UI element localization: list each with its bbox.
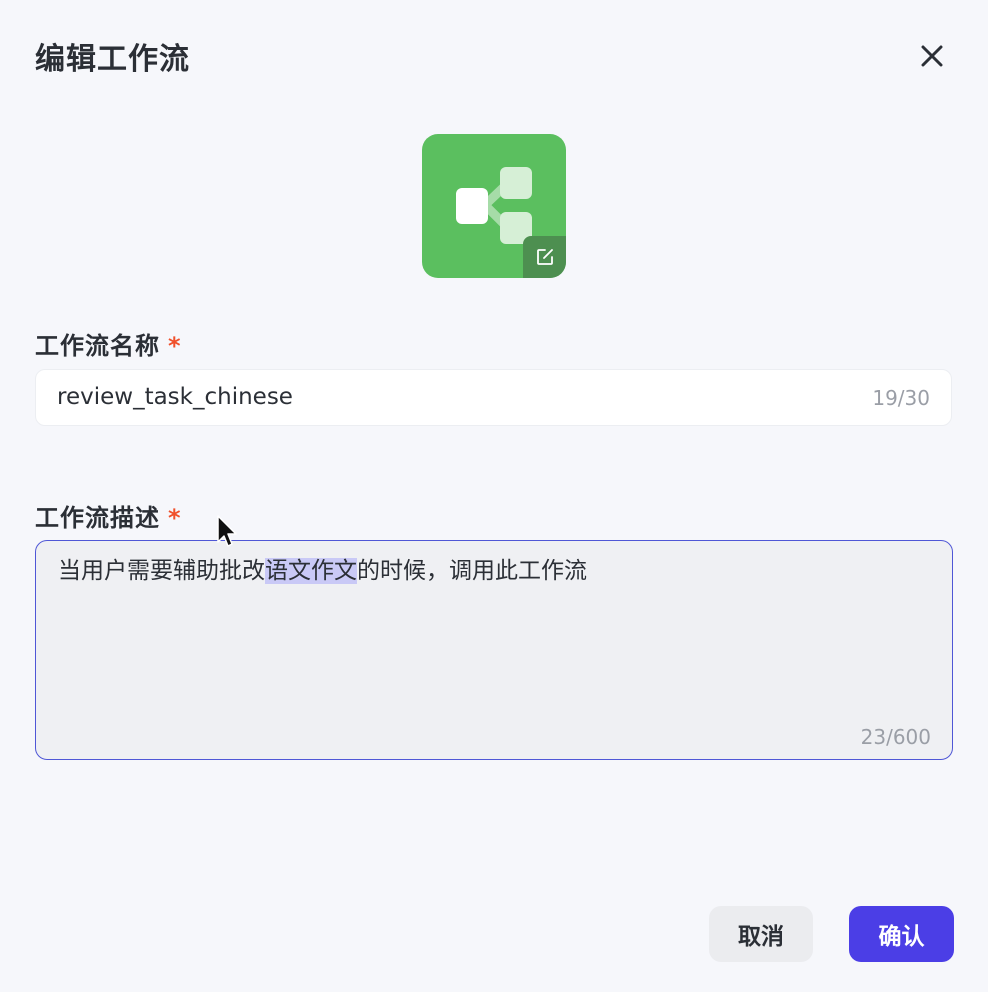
name-label-text: 工作流名称: [35, 332, 160, 360]
description-textarea[interactable]: 当用户需要辅助批改语文作文的时候，调用此工作流 23/600: [35, 540, 953, 760]
confirm-button[interactable]: 确认: [849, 906, 954, 962]
description-char-counter: 23/600: [860, 725, 931, 749]
description-field-label: 工作流描述 *: [35, 498, 182, 533]
edit-icon: [536, 249, 553, 265]
description-text-before: 当用户需要辅助批改: [58, 558, 265, 584]
edit-workflow-dialog: 编辑工作流 工作流名称 * review_task_chinese 19/30 工…: [0, 0, 988, 992]
name-input-value: review_task_chinese: [57, 384, 293, 410]
dialog-title: 编辑工作流: [35, 42, 190, 77]
close-icon: [921, 45, 943, 67]
close-button[interactable]: [912, 36, 952, 76]
cancel-button[interactable]: 取消: [709, 906, 813, 962]
required-mark: *: [168, 332, 182, 360]
name-field-label: 工作流名称 *: [35, 326, 182, 361]
description-value: 当用户需要辅助批改语文作文的时候，调用此工作流: [58, 554, 587, 588]
mouse-cursor-icon: [217, 515, 237, 547]
name-input[interactable]: review_task_chinese 19/30: [35, 369, 952, 426]
edit-avatar-badge[interactable]: [523, 236, 566, 278]
description-label-text: 工作流描述: [35, 504, 160, 532]
name-char-counter: 19/30: [872, 386, 930, 410]
description-text-after: 的时候，调用此工作流: [357, 558, 587, 584]
required-mark: *: [168, 504, 182, 532]
workflow-avatar[interactable]: [422, 134, 566, 278]
description-text-selected: 语文作文: [265, 558, 357, 584]
